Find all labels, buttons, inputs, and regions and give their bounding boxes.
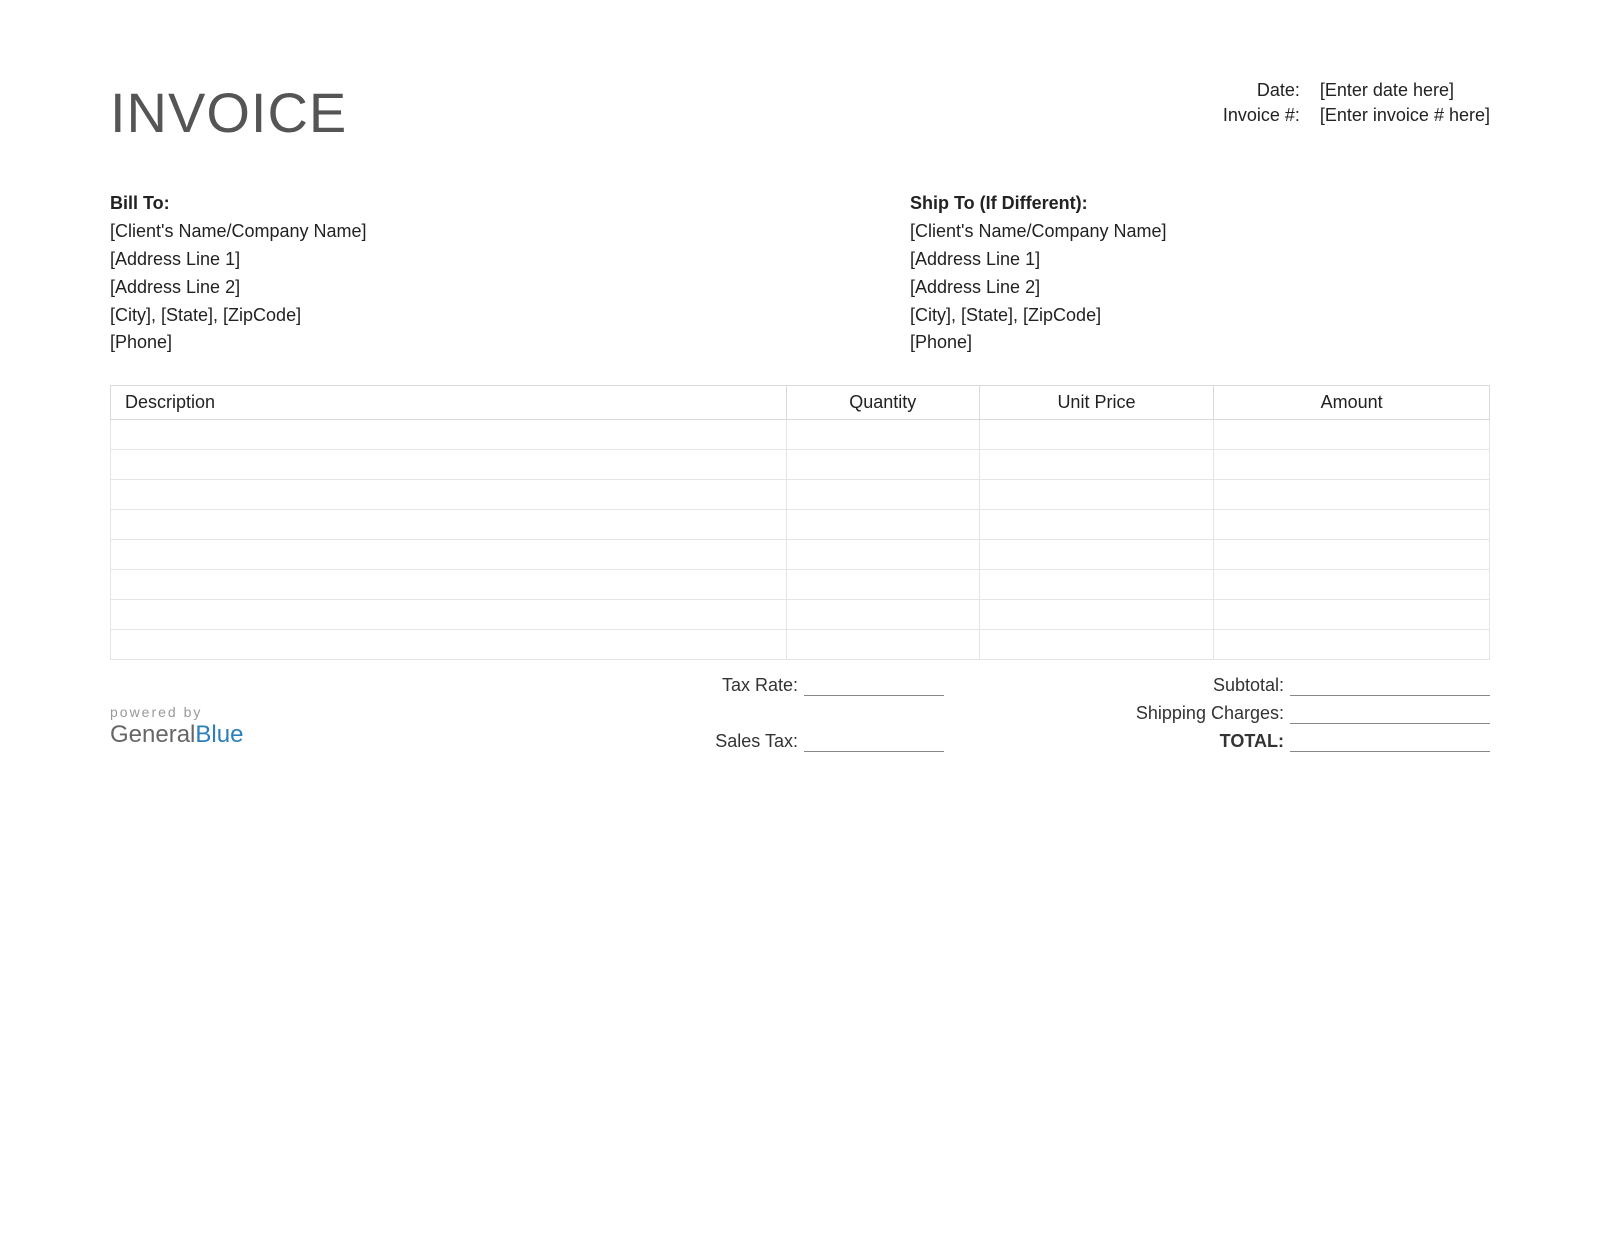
table-cell[interactable]: [786, 570, 979, 600]
ship-to-address2[interactable]: [Address Line 2]: [910, 274, 1490, 302]
header-quantity: Quantity: [786, 386, 979, 420]
date-value[interactable]: [Enter date here]: [1320, 80, 1454, 101]
table-cell[interactable]: [979, 570, 1213, 600]
table-cell[interactable]: [111, 570, 787, 600]
table-cell[interactable]: [786, 540, 979, 570]
table-cell[interactable]: [1214, 420, 1490, 450]
ship-to-heading: Ship To (If Different):: [910, 190, 1490, 218]
totals-block: Tax Rate: Subtotal: Shipping Charges: Sa…: [524, 674, 1490, 758]
table-cell[interactable]: [979, 420, 1213, 450]
date-label: Date:: [1200, 80, 1320, 101]
footer-brand: powered by GeneralBlue: [110, 674, 524, 749]
table-cell[interactable]: [111, 600, 787, 630]
table-cell[interactable]: [111, 630, 787, 660]
tax-rate-label: Tax Rate:: [524, 675, 804, 696]
table-cell[interactable]: [111, 510, 787, 540]
ship-to-city-state-zip[interactable]: [City], [State], [ZipCode]: [910, 302, 1490, 330]
table-cell[interactable]: [1214, 570, 1490, 600]
powered-by-text: powered by: [110, 704, 524, 720]
subtotal-value[interactable]: [1290, 674, 1490, 696]
table-row: [111, 600, 1490, 630]
table-cell[interactable]: [979, 510, 1213, 540]
bill-to-address2[interactable]: [Address Line 2]: [110, 274, 800, 302]
table-cell[interactable]: [979, 630, 1213, 660]
table-row: [111, 480, 1490, 510]
invoice-meta: Date: [Enter date here] Invoice #: [Ente…: [1200, 80, 1490, 130]
table-cell[interactable]: [111, 480, 787, 510]
invoice-number-value[interactable]: [Enter invoice # here]: [1320, 105, 1490, 126]
ship-to-block: Ship To (If Different): [Client's Name/C…: [800, 190, 1490, 357]
ship-to-phone[interactable]: [Phone]: [910, 329, 1490, 357]
brand-part1: General: [110, 721, 195, 748]
invoice-title: INVOICE: [110, 80, 347, 145]
header-amount: Amount: [1214, 386, 1490, 420]
table-row: [111, 420, 1490, 450]
table-row: [111, 510, 1490, 540]
bill-to-address1[interactable]: [Address Line 1]: [110, 246, 800, 274]
table-cell[interactable]: [786, 600, 979, 630]
total-label: TOTAL:: [944, 731, 1290, 752]
ship-to-address1[interactable]: [Address Line 1]: [910, 246, 1490, 274]
table-cell[interactable]: [1214, 540, 1490, 570]
tax-rate-value[interactable]: [804, 674, 944, 696]
subtotal-label: Subtotal:: [944, 675, 1290, 696]
brand-part2: Blue: [195, 721, 243, 748]
table-cell[interactable]: [786, 480, 979, 510]
table-cell[interactable]: [786, 420, 979, 450]
table-row: [111, 450, 1490, 480]
table-cell[interactable]: [1214, 510, 1490, 540]
bill-to-heading: Bill To:: [110, 190, 800, 218]
table-row: [111, 540, 1490, 570]
shipping-value[interactable]: [1290, 702, 1490, 724]
shipping-label: Shipping Charges:: [944, 703, 1290, 724]
table-row: [111, 570, 1490, 600]
ship-to-name[interactable]: [Client's Name/Company Name]: [910, 218, 1490, 246]
invoice-number-label: Invoice #:: [1200, 105, 1320, 126]
table-cell[interactable]: [786, 510, 979, 540]
header-description: Description: [111, 386, 787, 420]
table-cell[interactable]: [979, 480, 1213, 510]
line-items-table: Description Quantity Unit Price Amount: [110, 385, 1490, 660]
table-cell[interactable]: [786, 450, 979, 480]
total-value[interactable]: [1290, 730, 1490, 752]
table-cell[interactable]: [786, 630, 979, 660]
bill-to-block: Bill To: [Client's Name/Company Name] [A…: [110, 190, 800, 357]
table-cell[interactable]: [979, 600, 1213, 630]
sales-tax-value[interactable]: [804, 730, 944, 752]
table-cell[interactable]: [1214, 480, 1490, 510]
table-cell[interactable]: [979, 450, 1213, 480]
table-cell[interactable]: [111, 540, 787, 570]
sales-tax-label: Sales Tax:: [524, 731, 804, 752]
bill-to-phone[interactable]: [Phone]: [110, 329, 800, 357]
table-cell[interactable]: [1214, 450, 1490, 480]
table-row: [111, 630, 1490, 660]
table-cell[interactable]: [111, 450, 787, 480]
bill-to-name[interactable]: [Client's Name/Company Name]: [110, 218, 800, 246]
table-cell[interactable]: [1214, 600, 1490, 630]
table-cell[interactable]: [979, 540, 1213, 570]
brand-name: GeneralBlue: [110, 721, 524, 749]
table-cell[interactable]: [111, 420, 787, 450]
table-cell[interactable]: [1214, 630, 1490, 660]
bill-to-city-state-zip[interactable]: [City], [State], [ZipCode]: [110, 302, 800, 330]
header-unit-price: Unit Price: [979, 386, 1213, 420]
